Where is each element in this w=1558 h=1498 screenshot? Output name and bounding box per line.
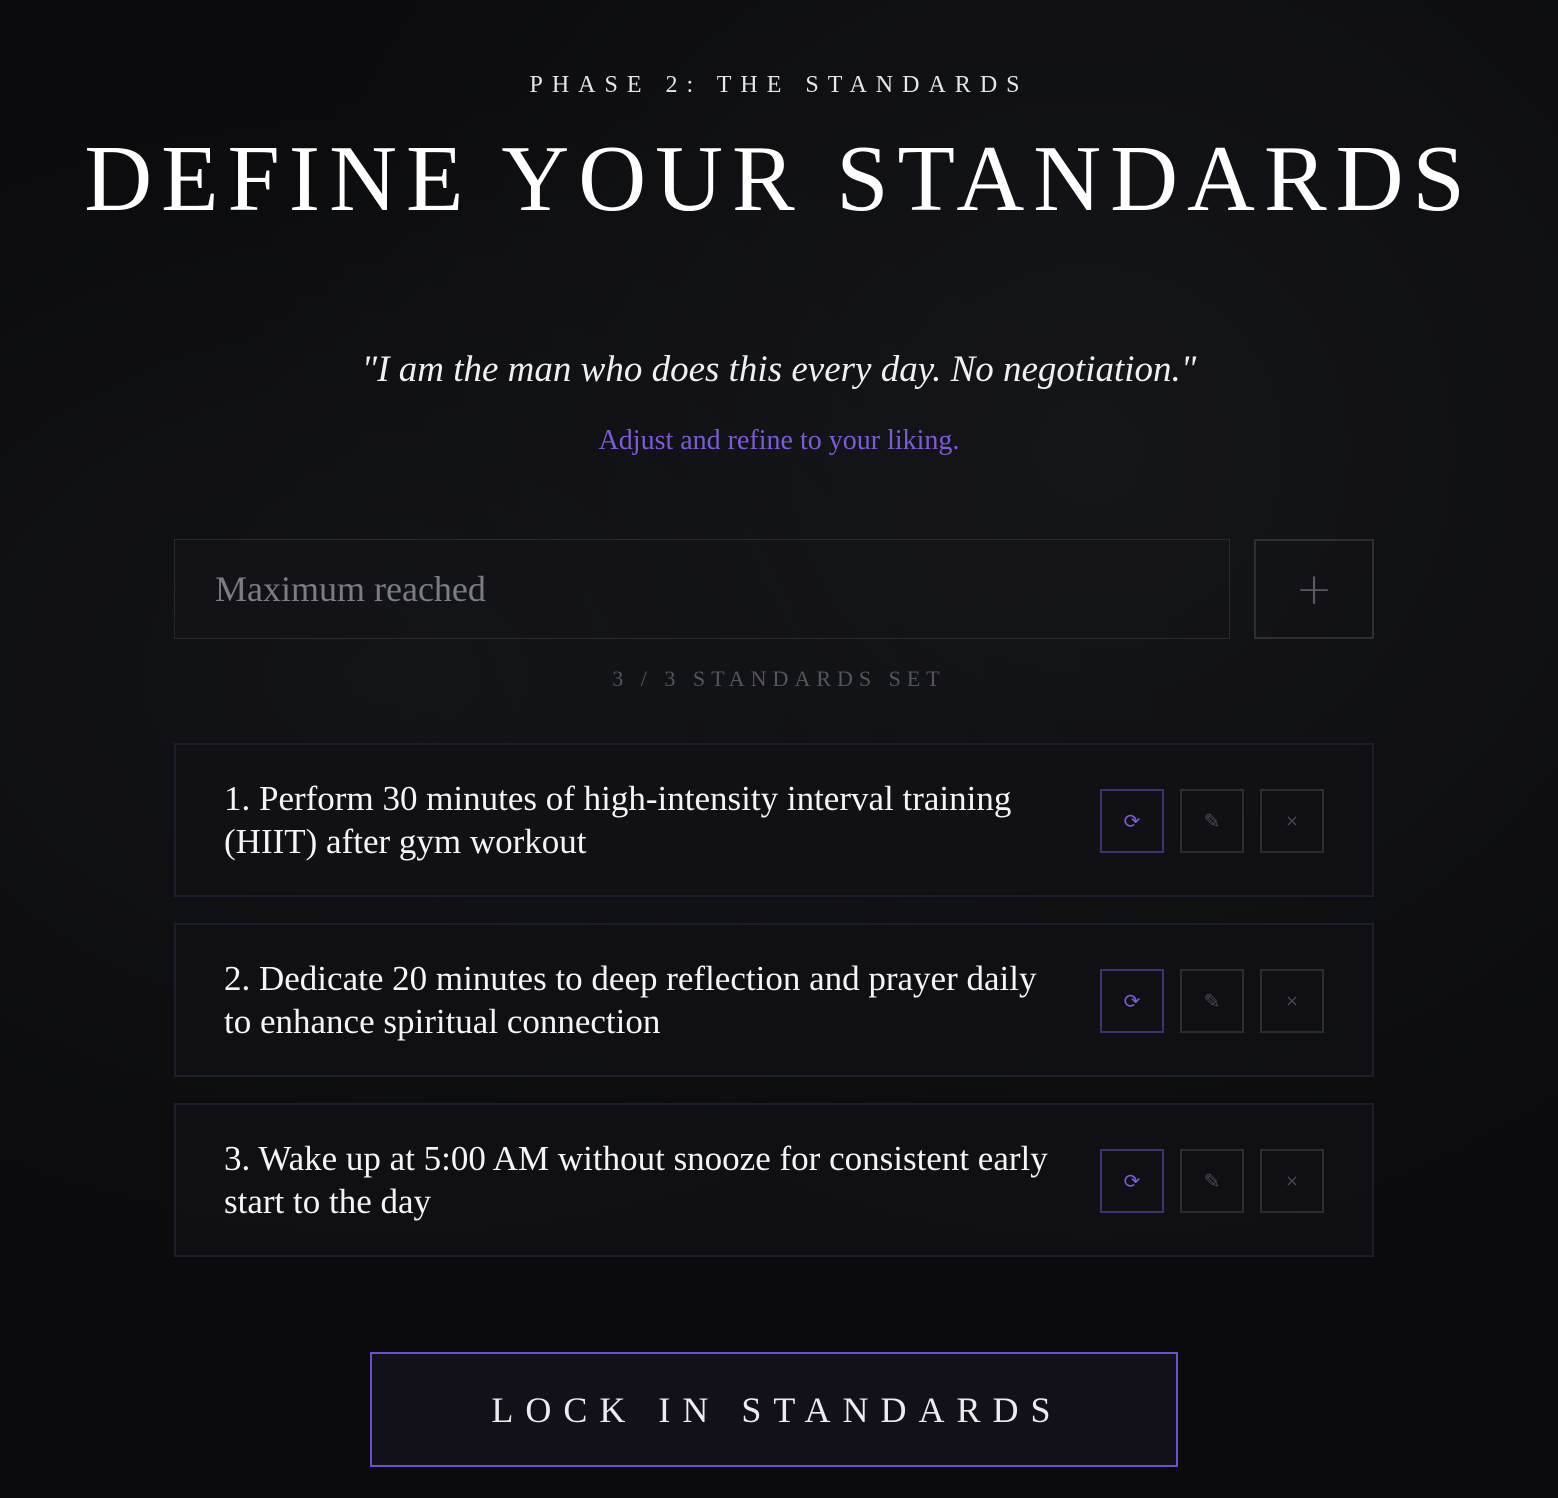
close-icon: ×: [1285, 811, 1299, 830]
regenerate-button[interactable]: ⟳: [1100, 789, 1164, 853]
new-standard-input[interactable]: [174, 539, 1230, 639]
delete-button[interactable]: ×: [1260, 1149, 1324, 1213]
pencil-icon: ✎: [1203, 1169, 1221, 1193]
standards-count: 3 / 3 STANDARDS SET: [612, 666, 946, 691]
standards-list: 1. Perform 30 minutes of high-intensity …: [174, 743, 1374, 1283]
edit-button[interactable]: ✎: [1180, 1149, 1244, 1213]
delete-button[interactable]: ×: [1260, 789, 1324, 853]
edit-button[interactable]: ✎: [1180, 789, 1244, 853]
add-standard-button[interactable]: +: [1254, 539, 1374, 639]
standard-card-3: 3. Wake up at 5:00 AM without snooze for…: [174, 1103, 1374, 1257]
pencil-icon: ✎: [1203, 989, 1221, 1013]
delete-button[interactable]: ×: [1260, 969, 1324, 1033]
motto-quote: "I am the man who does this every day. N…: [361, 349, 1197, 390]
close-icon: ×: [1285, 991, 1299, 1010]
refresh-icon: ⟳: [1123, 1169, 1141, 1193]
pencil-icon: ✎: [1203, 809, 1221, 833]
plus-icon: +: [1295, 563, 1333, 615]
phase-label: PHASE 2: THE STANDARDS: [529, 72, 1029, 98]
standard-card-2: 2. Dedicate 20 minutes to deep reflectio…: [174, 923, 1374, 1077]
standard-text: 1. Perform 30 minutes of high-intensity …: [224, 779, 1012, 861]
instruction-subtitle: Adjust and refine to your liking.: [598, 425, 960, 456]
page-title: DEFINE YOUR STANDARDS: [84, 127, 1474, 231]
standard-text: 2. Dedicate 20 minutes to deep reflectio…: [224, 959, 1037, 1041]
close-icon: ×: [1285, 1171, 1299, 1190]
edit-button[interactable]: ✎: [1180, 969, 1244, 1033]
refresh-icon: ⟳: [1123, 989, 1141, 1013]
standard-card-1: 1. Perform 30 minutes of high-intensity …: [174, 743, 1374, 897]
regenerate-button[interactable]: ⟳: [1100, 1149, 1164, 1213]
lock-in-standards-button[interactable]: LOCK IN STANDARDS: [370, 1352, 1178, 1467]
refresh-icon: ⟳: [1123, 809, 1141, 833]
add-standard-row: +: [174, 539, 1374, 639]
regenerate-button[interactable]: ⟳: [1100, 969, 1164, 1033]
standard-text: 3. Wake up at 5:00 AM without snooze for…: [224, 1139, 1048, 1221]
